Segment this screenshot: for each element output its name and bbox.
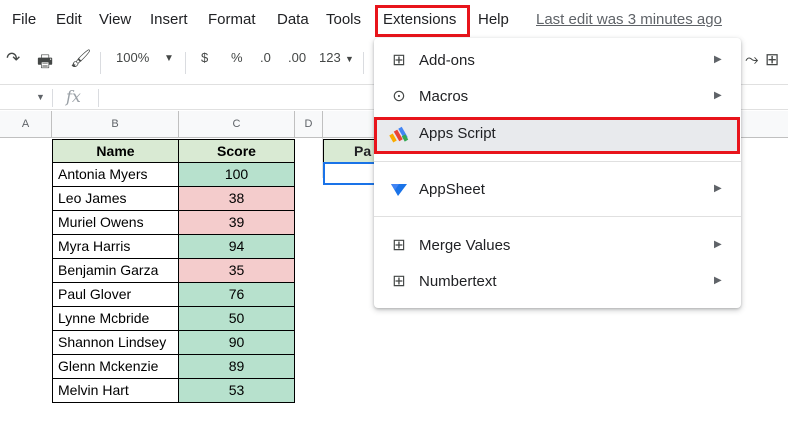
merge-values-icon: ⊞ bbox=[392, 237, 406, 254]
table-row-score[interactable]: 50 bbox=[179, 307, 295, 331]
extensions-highlight-box bbox=[375, 5, 470, 37]
zoom-select[interactable]: 100% bbox=[116, 50, 149, 65]
submenu-arrow-icon: ▶ bbox=[714, 239, 722, 250]
menu-insert[interactable]: Insert bbox=[150, 11, 188, 28]
menu-item-macros[interactable]: ⊙ Macros ▶ bbox=[374, 79, 741, 115]
column-header-c[interactable]: C bbox=[179, 111, 295, 138]
menu-help[interactable]: Help bbox=[478, 11, 509, 28]
column-header-b[interactable]: B bbox=[52, 111, 179, 138]
table-row-name[interactable]: Paul Glover bbox=[52, 283, 179, 307]
menu-item-add-ons[interactable]: ⊞ Add-ons ▶ bbox=[374, 43, 741, 79]
table-row-score[interactable]: 76 bbox=[179, 283, 295, 307]
table-row-name[interactable]: Myra Harris bbox=[52, 235, 179, 259]
menu-item-apps-script[interactable]: Apps Script bbox=[374, 116, 741, 152]
toolbar-divider bbox=[185, 52, 186, 74]
menu-data[interactable]: Data bbox=[277, 11, 309, 28]
menu-item-label: Apps Script bbox=[419, 125, 496, 142]
submenu-arrow-icon: ▶ bbox=[714, 183, 722, 194]
appsheet-icon bbox=[389, 181, 409, 202]
table-row-name[interactable]: Leo James bbox=[52, 187, 179, 211]
column-header-d[interactable]: D bbox=[295, 111, 323, 138]
more-formats-button[interactable]: 123 bbox=[319, 50, 341, 65]
menu-item-label: Numbertext bbox=[419, 273, 497, 290]
submenu-arrow-icon: ▶ bbox=[714, 54, 722, 65]
extensions-menu: ⊞ Add-ons ▶ ⊙ Macros ▶ Apps Script AppSh… bbox=[374, 38, 741, 308]
score-header-cell[interactable]: Score bbox=[179, 139, 295, 163]
paint-format-icon[interactable]: 🖌 bbox=[70, 49, 92, 69]
menu-item-merge-values[interactable]: ⊞ Merge Values ▶ bbox=[374, 228, 741, 264]
increase-decimal-button[interactable]: .00 bbox=[288, 50, 306, 65]
table-row-name[interactable]: Glenn Mckenzie bbox=[52, 355, 179, 379]
name-header-cell[interactable]: Name bbox=[52, 139, 179, 163]
more-formats-dropdown-icon[interactable]: ▼ bbox=[345, 54, 354, 64]
menu-divider bbox=[374, 161, 741, 162]
table-row-name[interactable]: Muriel Owens bbox=[52, 211, 179, 235]
menu-tools[interactable]: Tools bbox=[326, 11, 361, 28]
table-row-name[interactable]: Shannon Lindsey bbox=[52, 331, 179, 355]
submenu-arrow-icon: ▶ bbox=[714, 90, 722, 101]
apps-script-icon bbox=[389, 125, 409, 148]
table-row-name[interactable]: Antonia Myers bbox=[52, 163, 179, 187]
menu-item-label: AppSheet bbox=[419, 181, 485, 198]
menu-format[interactable]: Format bbox=[208, 11, 256, 28]
table-row-score[interactable]: 89 bbox=[179, 355, 295, 379]
table-row-score[interactable]: 35 bbox=[179, 259, 295, 283]
zoom-dropdown-icon[interactable]: ▼ bbox=[164, 53, 174, 64]
formula-input[interactable] bbox=[106, 89, 366, 107]
menu-item-numbertext[interactable]: ⊞ Numbertext ▶ bbox=[374, 264, 741, 300]
print-icon[interactable]: 🖶 bbox=[37, 49, 53, 78]
menu-item-label: Macros bbox=[419, 88, 469, 105]
toolbar-divider bbox=[363, 52, 364, 74]
table-row-name[interactable]: Lynne Mcbride bbox=[52, 307, 179, 331]
table-row-score[interactable]: 39 bbox=[179, 211, 295, 235]
macros-icon: ⊙ bbox=[392, 88, 406, 105]
menu-item-label: Merge Values bbox=[419, 237, 511, 254]
formula-bar-divider bbox=[98, 89, 99, 107]
name-box-dropdown-icon[interactable]: ▼ bbox=[36, 92, 45, 102]
menu-divider bbox=[374, 216, 741, 217]
column-header-a[interactable]: A bbox=[0, 111, 52, 138]
table-row-score[interactable]: 53 bbox=[179, 379, 295, 403]
percent-format-button[interactable]: % bbox=[231, 50, 243, 65]
table-row-score[interactable]: 38 bbox=[179, 187, 295, 211]
numbertext-icon: ⊞ bbox=[392, 273, 406, 290]
table-row-name[interactable]: Benjamin Garza bbox=[52, 259, 179, 283]
formula-bar-divider bbox=[52, 89, 53, 107]
menu-view[interactable]: View bbox=[99, 11, 131, 28]
toolbar-divider bbox=[100, 52, 101, 74]
menu-item-label: Add-ons bbox=[419, 52, 475, 69]
menu-bar: File Edit View Insert Format Data Tools … bbox=[0, 0, 788, 40]
menu-edit[interactable]: Edit bbox=[56, 11, 82, 28]
toolbar-overflow-icon[interactable]: ⤳ bbox=[745, 50, 759, 70]
add-ons-icon: ⊞ bbox=[392, 52, 406, 69]
menu-item-appsheet[interactable]: AppSheet ▶ bbox=[374, 172, 741, 208]
fx-icon: fx bbox=[66, 87, 81, 106]
table-row-name[interactable]: Melvin Hart bbox=[52, 379, 179, 403]
table-row-score[interactable]: 100 bbox=[179, 163, 295, 187]
redo-icon[interactable]: ↷ bbox=[6, 49, 20, 69]
borders-icon[interactable]: ⊞ bbox=[765, 50, 779, 70]
decrease-decimal-button[interactable]: .0 bbox=[260, 50, 271, 65]
table-row-score[interactable]: 94 bbox=[179, 235, 295, 259]
last-edit-link[interactable]: Last edit was 3 minutes ago bbox=[536, 11, 722, 28]
table-row-score[interactable]: 90 bbox=[179, 331, 295, 355]
currency-format-button[interactable]: $ bbox=[201, 50, 208, 65]
submenu-arrow-icon: ▶ bbox=[714, 275, 722, 286]
menu-file[interactable]: File bbox=[12, 11, 36, 28]
